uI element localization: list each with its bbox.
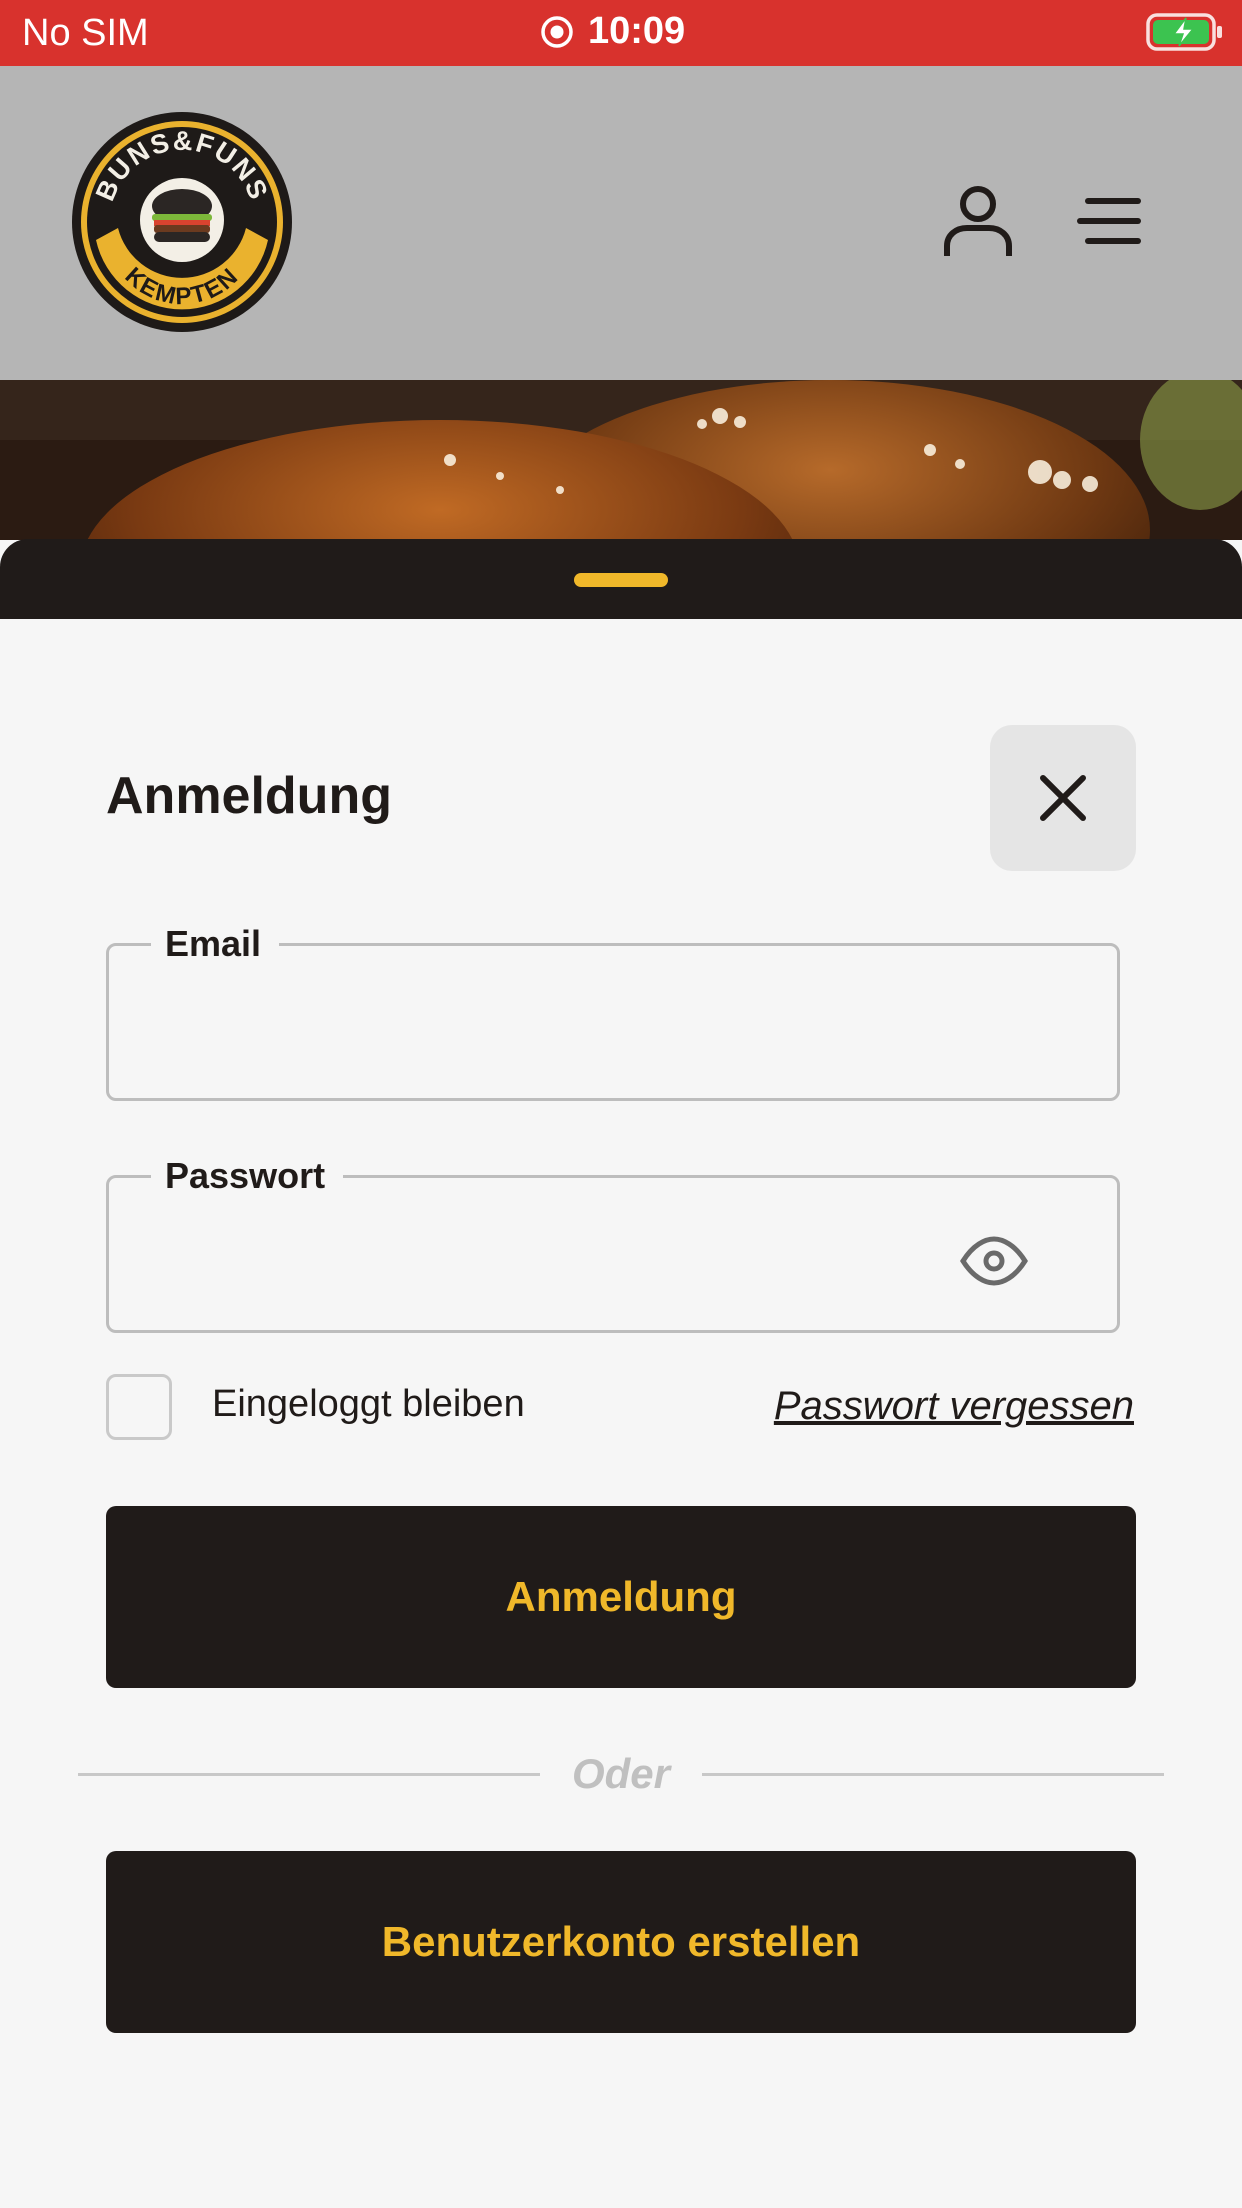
sheet-drag-handle[interactable]: [574, 573, 668, 587]
close-button[interactable]: [990, 725, 1136, 871]
divider-line-right: [702, 1773, 1164, 1776]
screen-record-icon: [541, 15, 573, 48]
password-label: Passwort: [151, 1154, 344, 1198]
email-input[interactable]: [149, 986, 1009, 1066]
battery-charging-icon: [1146, 13, 1222, 51]
email-field[interactable]: Email: [106, 922, 1120, 1101]
login-title: Anmeldung: [106, 767, 392, 825]
forgot-password-link[interactable]: Passwort vergessen: [774, 1384, 1134, 1429]
divider-text: Oder: [571, 1750, 671, 1797]
brand-logo[interactable]: BUNS&FUNS KEMPTEN: [70, 110, 294, 334]
page: No SIM 10:09 BUNS&FUNS KEMPTEN Anmeldung…: [0, 0, 1242, 2208]
status-center: 10:09: [540, 10, 685, 53]
eye-icon[interactable]: [959, 1236, 1029, 1286]
menu-icon[interactable]: [1076, 196, 1142, 246]
close-icon: [1040, 775, 1086, 821]
app-header: BUNS&FUNS KEMPTEN: [0, 66, 1242, 380]
status-bar: No SIM 10:09: [0, 0, 1242, 66]
login-button[interactable]: Anmeldung: [106, 1506, 1136, 1688]
password-field[interactable]: Passwort: [106, 1154, 1120, 1333]
status-time: 10:09: [588, 10, 686, 52]
password-input[interactable]: [149, 1218, 929, 1298]
remember-label: Eingeloggt bleiben: [212, 1383, 525, 1425]
create-account-button[interactable]: Benutzerkonto erstellen: [106, 1851, 1136, 2033]
hero-image: [0, 380, 1242, 540]
carrier-label: No SIM: [22, 12, 149, 54]
email-label: Email: [151, 922, 280, 966]
user-icon[interactable]: [942, 184, 1014, 258]
remember-checkbox[interactable]: [106, 1374, 172, 1440]
divider-line-left: [78, 1773, 540, 1776]
